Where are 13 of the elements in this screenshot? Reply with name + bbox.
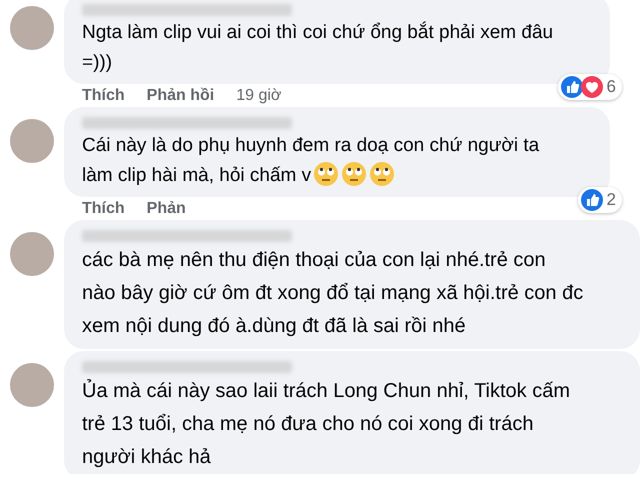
reply-link[interactable]: Phản hồi bbox=[146, 87, 214, 105]
reaction-summary[interactable]: 2 bbox=[578, 187, 622, 213]
comment-text: các bà mẹ nên thu điện thoại của con lại nhé.trẻ con nào bây giờ cứ ôm đt xong đổ tại mạng xã hội.trẻ con đc xem nội dung đó à.dùng đt đã là sai rồi nhé bbox=[82, 248, 584, 339]
comment-text: Ủa mà cái này sao laii trách Long Chun nhỉ, Tiktok cấm trẻ 13 tuổi, cha mẹ nó đưa cho nó coi xong đi trách người khác hả bbox=[82, 378, 572, 470]
reaction-count: 6 bbox=[606, 76, 616, 98]
reply-link[interactable]: Phản bbox=[146, 200, 186, 218]
reaction-count: 2 bbox=[606, 189, 616, 211]
comment-text: Cái này là do phụ huynh đem ra doạ con chứ người ta làm clip hài mà, hỏi chấm v bbox=[82, 134, 540, 189]
comment-text: Ngta làm clip vui ai coi thì coi chứ ổng bắt phải xem đâu =))) bbox=[82, 20, 554, 75]
reaction-summary[interactable]: 6 bbox=[558, 74, 622, 100]
like-link[interactable]: Thích bbox=[82, 87, 125, 105]
comment-time: 19 giờ bbox=[236, 87, 282, 105]
like-link[interactable]: Thích bbox=[82, 200, 125, 218]
